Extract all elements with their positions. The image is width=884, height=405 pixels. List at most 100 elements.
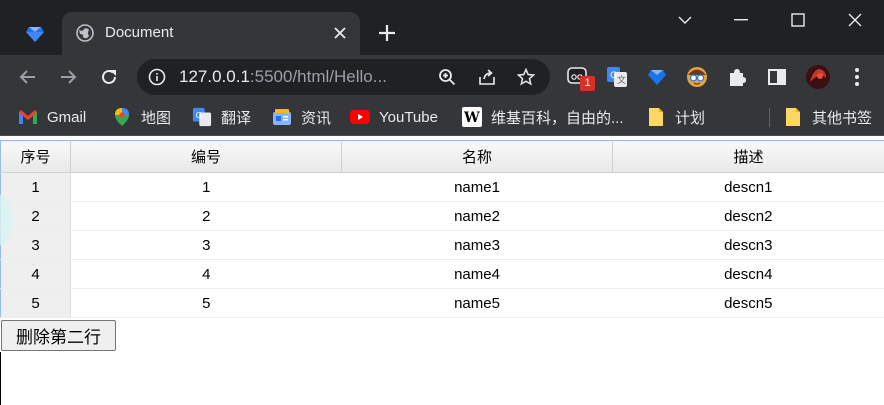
toolbar: 127.0.0.1:5500/html/Hello... 1 G 文 <box>0 55 884 99</box>
row-number: 1 <box>0 172 71 202</box>
side-panel-icon <box>768 69 786 85</box>
bookmark-star-button[interactable] <box>516 67 536 87</box>
table-row[interactable]: 1 1 name1 descn1 <box>0 172 884 202</box>
cell-description: descn1 <box>612 172 884 202</box>
translate-icon: G <box>192 107 212 127</box>
table-row[interactable]: 3 3 name3 descn3 <box>0 230 884 260</box>
share-icon <box>479 69 495 85</box>
forward-button[interactable] <box>54 63 82 91</box>
cell-id: 4 <box>70 259 342 289</box>
delete-second-row-button[interactable]: 删除第二行 <box>1 320 116 351</box>
cell-id: 3 <box>70 230 342 260</box>
bookmark-label: 资讯 <box>301 109 332 127</box>
cell-description: descn2 <box>612 201 884 231</box>
url-text[interactable]: 127.0.0.1:5500/html/Hello... <box>179 67 387 87</box>
youtube-icon <box>350 107 370 127</box>
tab-search-button[interactable] <box>670 6 700 34</box>
tab-title: Document <box>105 24 174 41</box>
bookmark-wikipedia[interactable]: W 维基百科，自由的... <box>462 106 624 128</box>
active-tab[interactable]: Document <box>62 12 360 55</box>
extension-face-button[interactable] <box>684 64 710 90</box>
profile-avatar[interactable] <box>805 64 831 90</box>
table-row[interactable]: 5 5 name5 descn5 <box>0 288 884 318</box>
svg-text:G: G <box>610 71 617 81</box>
cell-name: name2 <box>341 201 613 231</box>
column-header-index[interactable]: 序号 <box>0 140 71 173</box>
arrow-left-icon <box>19 70 35 84</box>
wikipedia-icon: W <box>462 107 482 127</box>
table-row[interactable]: 4 4 name4 descn4 <box>0 259 884 289</box>
bookmark-gmail[interactable]: Gmail <box>18 106 86 128</box>
face-icon <box>687 67 707 87</box>
svg-text:G: G <box>196 110 202 120</box>
cell-description: descn3 <box>612 230 884 260</box>
close-window-button[interactable] <box>840 6 870 34</box>
browser-menu-button[interactable] <box>844 64 870 90</box>
svg-text:文: 文 <box>617 74 626 86</box>
bookmark-translate[interactable]: G 翻译 <box>192 106 251 128</box>
maximize-icon <box>791 13 805 27</box>
side-panel-button[interactable] <box>764 64 790 90</box>
bookmark-other-bookmarks[interactable]: 其他书签 <box>783 106 872 128</box>
maximize-button[interactable] <box>783 6 813 34</box>
extension-gem-button[interactable] <box>644 64 670 90</box>
star-icon <box>517 68 535 86</box>
bookmark-news[interactable]: 资讯 <box>272 106 331 128</box>
new-tab-button[interactable] <box>374 20 400 46</box>
avatar <box>806 65 830 89</box>
pinned-tab[interactable] <box>16 14 54 54</box>
bookmark-youtube[interactable]: YouTube <box>350 106 438 128</box>
bookmark-label: 维基百科，自由的... <box>491 109 624 127</box>
globe-icon <box>76 24 94 42</box>
column-header-name[interactable]: 名称 <box>341 140 613 173</box>
row-number: 3 <box>0 230 71 260</box>
bookmark-label: Gmail <box>47 108 87 126</box>
table-row[interactable]: 2 2 name2 descn2 <box>0 201 884 231</box>
gem-icon <box>648 70 666 85</box>
close-icon <box>334 27 346 39</box>
column-header-description[interactable]: 描述 <box>612 140 884 173</box>
address-bar[interactable]: 127.0.0.1:5500/html/Hello... <box>137 59 550 95</box>
folder-icon <box>646 107 666 127</box>
cell-name: name4 <box>341 259 613 289</box>
bookmarks-separator <box>769 108 770 127</box>
bookmarks-bar: Gmail 地图 G 翻译 资讯 YouTube W 维基百科，自由的... 计… <box>0 99 884 136</box>
gmail-icon <box>18 107 38 127</box>
bookmark-label: 翻译 <box>221 109 252 127</box>
bookmark-label: 计划 <box>675 109 706 127</box>
extensions-menu-button[interactable] <box>724 64 750 90</box>
reload-button[interactable] <box>95 63 123 91</box>
zoom-button[interactable] <box>437 67 457 87</box>
extension-translate-button[interactable]: G 文 <box>604 64 630 90</box>
url-path: :5500/html/Hello... <box>249 67 387 86</box>
plus-icon <box>379 25 395 41</box>
minimize-icon <box>734 19 748 21</box>
page-left-border <box>0 352 1 405</box>
puzzle-icon <box>730 69 746 86</box>
minimize-button[interactable] <box>726 6 756 34</box>
back-button[interactable] <box>14 63 42 91</box>
kebab-menu-icon <box>855 68 859 86</box>
extension-screencast-button[interactable]: 1 <box>565 64 595 91</box>
bookmark-folder-plan[interactable]: 计划 <box>646 106 705 128</box>
cell-description: descn5 <box>612 288 884 318</box>
close-icon <box>848 13 862 27</box>
share-button[interactable] <box>477 67 497 87</box>
data-grid: 序号 编号 名称 描述 1 1 name1 descn1 2 2 name2 d… <box>0 140 884 318</box>
cell-description: descn4 <box>612 259 884 289</box>
gem-icon <box>26 27 44 42</box>
bookmark-label: 地图 <box>141 109 172 127</box>
cell-name: name3 <box>341 230 613 260</box>
maps-icon <box>112 107 132 127</box>
row-number: 4 <box>0 259 71 289</box>
chevron-down-icon <box>678 16 692 24</box>
row-number: 5 <box>0 288 71 318</box>
tab-close-button[interactable] <box>330 23 350 43</box>
url-host: 127.0.0.1 <box>179 67 250 86</box>
bookmark-maps[interactable]: 地图 <box>112 106 171 128</box>
column-header-id[interactable]: 编号 <box>70 140 342 173</box>
grid-header-row: 序号 编号 名称 描述 <box>0 140 884 173</box>
folder-icon <box>783 107 803 127</box>
info-icon[interactable] <box>148 68 166 86</box>
cell-id: 1 <box>70 172 342 202</box>
